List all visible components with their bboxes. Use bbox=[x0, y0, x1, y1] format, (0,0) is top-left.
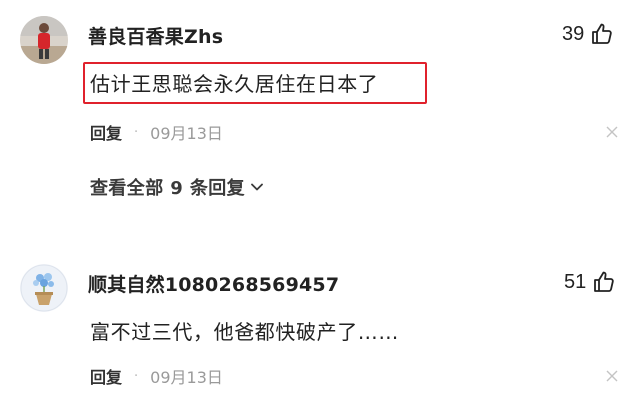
meta-separator: · bbox=[134, 368, 139, 384]
comment-meta: 回复 · 09月13日 bbox=[90, 364, 223, 388]
comment-text: 估计王思聪会永久居住在日本了 bbox=[90, 72, 379, 96]
user-avatar[interactable] bbox=[20, 16, 68, 64]
comment-text: 富不过三代，他爸都快破产了…… bbox=[90, 320, 399, 344]
thumbs-up-icon bbox=[594, 271, 614, 292]
user-avatar[interactable] bbox=[20, 264, 68, 312]
thumbs-up-icon bbox=[592, 23, 612, 44]
person-in-red-avatar-icon bbox=[20, 16, 68, 64]
comment-item: 顺其自然1080268569457 51 富不过三代，他爸都快破产了…… 回复 … bbox=[0, 250, 640, 407]
view-all-replies-button[interactable]: 查看全部 9 条回复 bbox=[90, 174, 265, 200]
close-icon[interactable] bbox=[604, 368, 620, 384]
username[interactable]: 善良百香果Zhs bbox=[88, 22, 223, 49]
comment-item: 善良百香果Zhs 39 估计王思聪会永久居住在日本了 回复 · 09月13日 查… bbox=[0, 0, 640, 230]
like-count: 39 bbox=[562, 22, 585, 45]
comment-date: 09月13日 bbox=[150, 124, 223, 143]
meta-separator: · bbox=[134, 124, 139, 140]
username[interactable]: 顺其自然1080268569457 bbox=[88, 270, 339, 297]
reply-button[interactable]: 回复 bbox=[90, 364, 122, 388]
chevron-down-icon bbox=[251, 183, 263, 191]
like-button[interactable]: 51 bbox=[564, 270, 616, 294]
reply-button[interactable]: 回复 bbox=[90, 120, 122, 144]
comment-date: 09月13日 bbox=[150, 368, 223, 387]
comment-meta: 回复 · 09月13日 bbox=[90, 120, 223, 144]
view-replies-label: 查看全部 9 条回复 bbox=[90, 178, 246, 199]
flower-pot-avatar-icon bbox=[20, 264, 68, 312]
like-count: 51 bbox=[564, 270, 587, 293]
like-button[interactable]: 39 bbox=[562, 22, 614, 46]
close-icon[interactable] bbox=[604, 124, 620, 140]
